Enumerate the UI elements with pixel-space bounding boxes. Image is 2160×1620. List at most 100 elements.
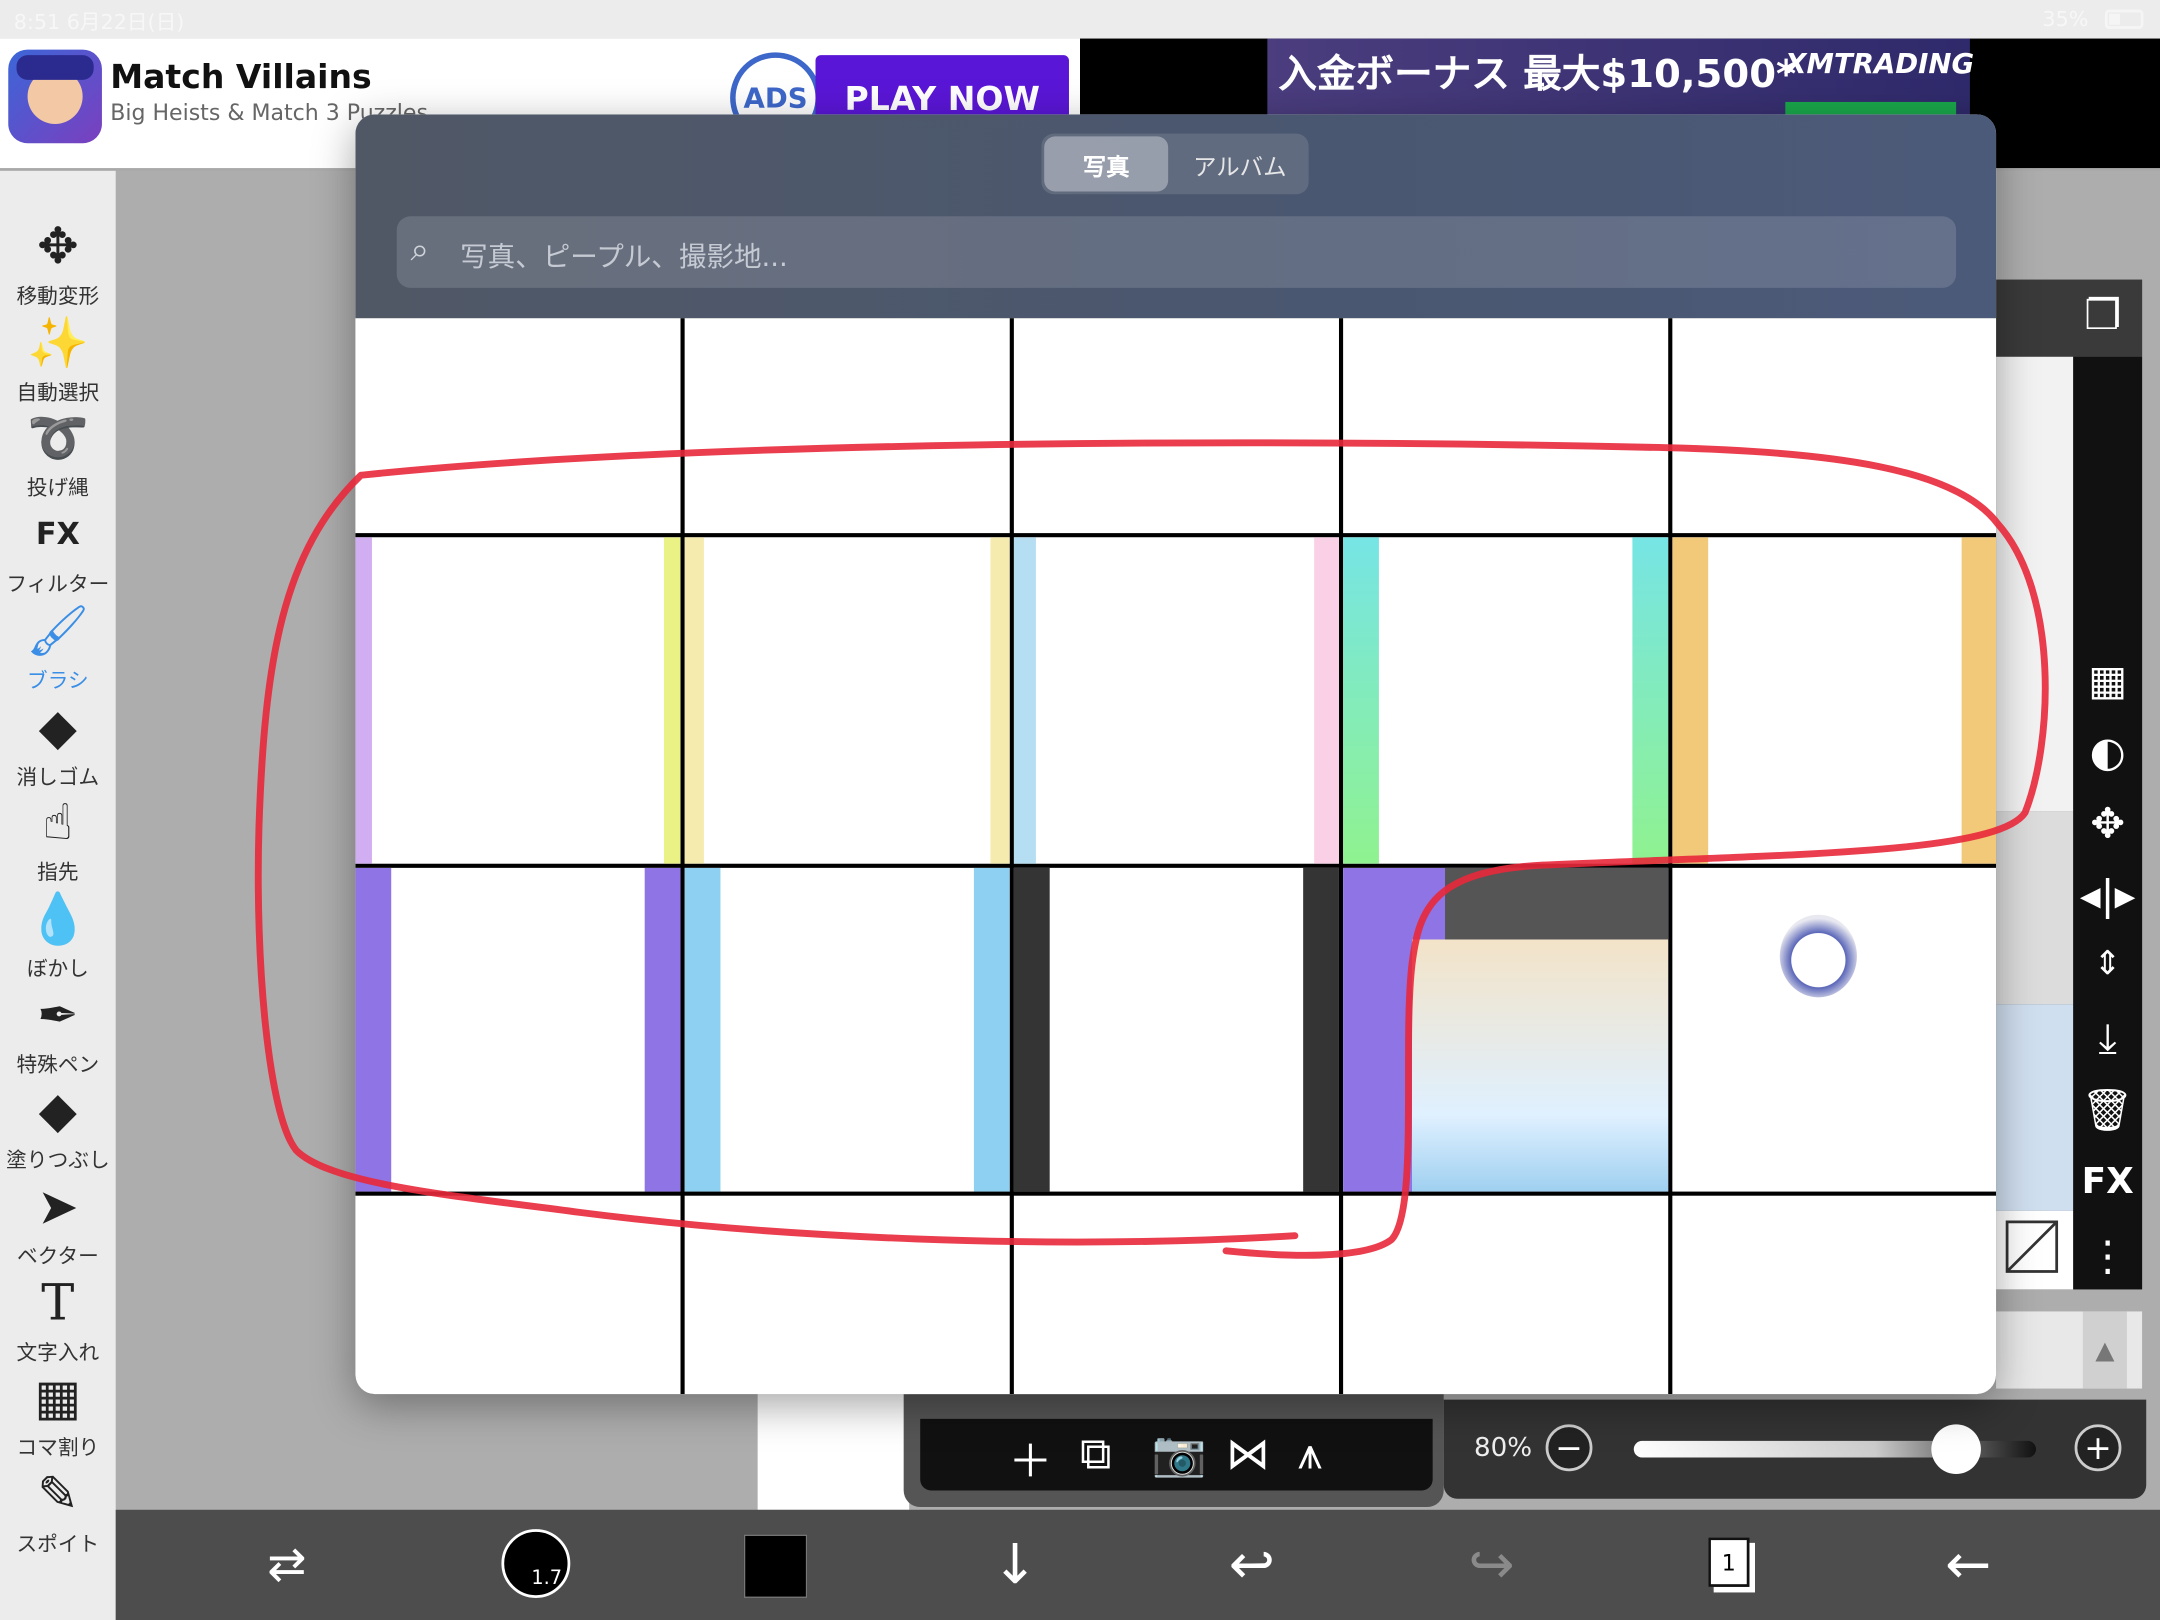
flip-horizontal-icon[interactable]: ⋈ [1226, 1427, 1270, 1479]
photo-thumbnail[interactable] [355, 1195, 681, 1395]
opacity-minus-button[interactable]: − [1545, 1424, 1593, 1472]
flip-horizontal-icon[interactable]: ◂|▸ [2073, 872, 2142, 920]
tab-photos[interactable]: 写真 [1044, 136, 1169, 192]
photo-thumbnail[interactable] [1672, 1195, 1997, 1395]
photo-thumbnail[interactable] [684, 318, 1010, 534]
tool-label: 投げ縄 [26, 475, 89, 501]
flip-vertical-icon[interactable]: ⩚ [1298, 1427, 1323, 1481]
more-vertical-icon[interactable]: ⋮ [2073, 1233, 2142, 1281]
finger-icon: ☝ [42, 795, 73, 852]
layer-thumbnail[interactable] [1996, 1004, 2074, 1211]
layer-thumbnail[interactable] [1996, 1210, 2074, 1290]
lasso-icon: ➰ [26, 411, 89, 468]
layer-thumbnail[interactable] [1996, 811, 2074, 1005]
layer-fx-button[interactable]: FX [2073, 1161, 2142, 1202]
add-layer-icon[interactable]: ＋ [1008, 1427, 1052, 1490]
lace-border-strip [663, 537, 681, 864]
tool-vector[interactable]: ➤ ベクター [0, 1178, 116, 1274]
photo-thumbnail[interactable] [1343, 867, 1669, 1192]
photo-thumbnail[interactable] [1013, 318, 1339, 534]
brush-size-button[interactable]: 1.7 [501, 1529, 571, 1598]
search-icon: ⌕ [410, 230, 430, 269]
ad-right-headline: 入金ボーナス 最大$10,500* [1278, 50, 1797, 97]
photo-thumbnail[interactable] [1672, 318, 1997, 534]
photo-thumbnail[interactable] [684, 537, 1010, 864]
page-counter[interactable]: 1 [1708, 1537, 1750, 1587]
photo-thumbnail[interactable] [684, 1195, 1010, 1395]
bottom-toolbar: ⇄ 1.7 ↓ ↩ ↪ 1 ← [115, 1509, 2160, 1620]
photo-thumbnail[interactable] [355, 537, 681, 864]
flip-vertical-icon[interactable]: ⇕ [2073, 944, 2142, 983]
photo-thumbnail[interactable] [684, 867, 1010, 1192]
tool-text[interactable]: T 文字入れ [0, 1274, 116, 1370]
brush-icon: 🖌 [26, 603, 90, 660]
tool-auto-select[interactable]: ✨ 自動選択 [0, 314, 116, 410]
tool-panel-split[interactable]: ▦ コマ割り [0, 1370, 116, 1466]
layer-actions-bar: ＋ ⧉ 📷 ⋈ ⩚ [920, 1418, 1433, 1491]
trash-icon[interactable]: 🗑 [2073, 1087, 2142, 1135]
tool-brush[interactable]: 🖌 ブラシ [0, 602, 116, 698]
preview-window [1445, 867, 1669, 940]
photo-thumbnail[interactable] [1343, 1195, 1669, 1395]
panel-split-icon: ▦ [34, 1371, 82, 1428]
photo-thumbnail[interactable] [1343, 537, 1669, 864]
tool-swap-icon[interactable]: ⇄ [267, 1532, 306, 1598]
blend-mode-arrow-icon[interactable]: ▲ [2082, 1311, 2127, 1389]
ad-title[interactable]: Match Villains [110, 58, 372, 97]
tool-label: 塗りつぶし [6, 1147, 110, 1173]
camera-icon[interactable]: 📷 [1152, 1427, 1207, 1479]
photo-thumbnail[interactable] [1672, 867, 1997, 1192]
tool-move-transform[interactable]: ✥ 移動変形 [0, 218, 116, 314]
lace-border-strip [684, 867, 721, 1192]
opacity-slider-knob[interactable] [1930, 1424, 1981, 1474]
character-artwork [1411, 939, 1669, 1192]
bucket-icon: ◆ [38, 1083, 77, 1140]
tool-lasso[interactable]: ➰ 投げ縄 [0, 410, 116, 506]
tool-filter[interactable]: FX フィルター [0, 506, 116, 602]
tool-fill[interactable]: ◆ 塗りつぶし [0, 1082, 116, 1178]
photo-thumbnail[interactable] [355, 318, 681, 534]
lace-border-strip [1314, 537, 1339, 864]
photo-thumbnail[interactable] [1013, 537, 1339, 864]
status-time: 8:51 6月22日(日) [13, 9, 185, 35]
transparency-icon[interactable]: ▦ [2073, 657, 2142, 705]
duplicate-layer-icon[interactable]: ⧉ [1080, 1427, 1111, 1481]
download-icon[interactable]: ↓ [992, 1532, 1038, 1598]
opacity-plus-button[interactable]: + [2074, 1424, 2122, 1472]
redo-icon[interactable]: ↪ [1468, 1532, 1514, 1598]
magic-wand-icon: ✨ [26, 315, 89, 372]
photo-thumbnail[interactable] [355, 867, 681, 1192]
eyedropper-icon: ✎ [37, 1467, 79, 1524]
color-swatch[interactable] [743, 1534, 808, 1598]
photo-thumbnail[interactable] [1672, 537, 1997, 864]
lace-border-strip [355, 537, 372, 864]
ad-app-icon[interactable] [8, 49, 102, 144]
layer-thumbnail[interactable] [1996, 356, 2074, 812]
tool-label: 自動選択 [16, 379, 100, 405]
merge-down-icon[interactable]: ⤓ [2073, 1015, 2142, 1063]
back-arrow-icon[interactable]: ← [1945, 1532, 1991, 1598]
undo-icon[interactable]: ↩ [1229, 1532, 1275, 1598]
photo-thumbnail[interactable] [1013, 1195, 1339, 1395]
canvas-paper[interactable] [757, 1391, 910, 1510]
lace-border-strip [1632, 537, 1669, 864]
tool-label: ぼかし [26, 955, 89, 981]
tool-blur[interactable]: 💧 ぼかし [0, 890, 116, 986]
search-placeholder: 写真、ピープル、撮影地... [460, 239, 788, 273]
clipping-icon[interactable]: ◐ [2073, 729, 2142, 777]
tool-eyedropper[interactable]: ✎ スポイト [0, 1466, 116, 1562]
tool-label: 消しゴム [16, 763, 100, 789]
tool-special-pen[interactable]: ✒ 特殊ペン [0, 986, 116, 1082]
photo-thumbnail[interactable] [1013, 867, 1339, 1192]
tool-finger[interactable]: ☝ 指先 [0, 794, 116, 890]
vector-arrow-icon: ➤ [37, 1179, 79, 1236]
tool-eraser[interactable]: ◆ 消しゴム [0, 698, 116, 794]
photo-picker-popover: 写真 アルバム ⌕ 写真、ピープル、撮影地... [355, 114, 1997, 1395]
lace-border-strip [644, 867, 681, 1192]
multi-window-icon[interactable]: ❐ [2084, 292, 2121, 340]
photo-search-input[interactable]: ⌕ 写真、ピープル、撮影地... [396, 216, 1957, 288]
move-layer-icon[interactable]: ✥ [2073, 800, 2142, 848]
tab-albums[interactable]: アルバム [1174, 136, 1306, 191]
photo-thumbnail[interactable] [1343, 318, 1669, 534]
picker-segmented-control: 写真 アルバム [1041, 133, 1309, 195]
